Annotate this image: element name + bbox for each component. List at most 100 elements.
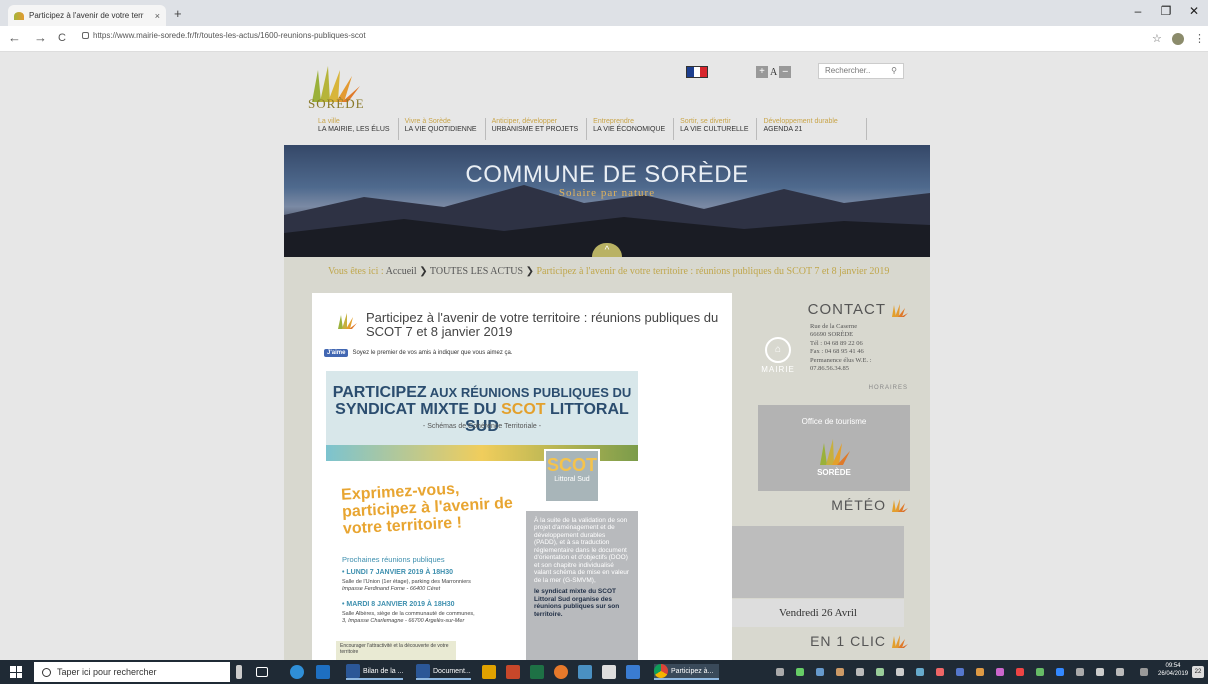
volume-icon[interactable] bbox=[1116, 668, 1124, 676]
app-icon[interactable] bbox=[578, 664, 592, 680]
breadcrumb-home[interactable]: Accueil bbox=[386, 266, 417, 277]
calendar-icon[interactable] bbox=[626, 664, 640, 680]
banner-title: COMMUNE DE SORÈDE bbox=[465, 161, 749, 188]
url-field[interactable]: https://www.mairie-sorede.fr/fr/toutes-l… bbox=[82, 31, 366, 40]
taskbar-word-document[interactable]: Document... bbox=[416, 664, 471, 680]
banner-subtitle: Solaire par nature bbox=[558, 187, 656, 199]
notification-icon[interactable]: 22 bbox=[1192, 666, 1204, 678]
horaires-link[interactable]: HORAIRES bbox=[758, 385, 908, 391]
poster-subheadline: - Schémas de Cohérence Territoriale - bbox=[422, 423, 542, 430]
meteo-title: MÉTÉO bbox=[831, 497, 886, 513]
powerpoint-icon[interactable] bbox=[506, 664, 520, 680]
network-icon[interactable] bbox=[1076, 668, 1084, 676]
tray-icon[interactable] bbox=[1056, 668, 1064, 676]
reload-icon[interactable]: C bbox=[58, 32, 66, 44]
cortana-icon bbox=[42, 667, 51, 677]
minimize-button[interactable]: – bbox=[1128, 4, 1148, 18]
clock[interactable]: 09:54 26/04/2019 bbox=[1158, 663, 1188, 679]
ink-icon[interactable] bbox=[1140, 668, 1148, 676]
tray-icon[interactable] bbox=[916, 668, 924, 676]
tab-bar: Participez à l'avenir de votre terr × + … bbox=[0, 0, 1208, 26]
menu-main: URBANISME ET PROJETS bbox=[491, 126, 579, 134]
font-increase-button[interactable]: + bbox=[756, 66, 768, 78]
poster-event-2: • MARDI 8 JANVIER 2019 À 18H30 bbox=[342, 601, 455, 608]
poster-h1-c: SYNDICAT MIXTE DU bbox=[335, 400, 502, 418]
menu-item-mairie[interactable]: La ville LA MAIRIE, LES ÉLUS bbox=[312, 118, 399, 141]
search-placeholder: Rechercher.. bbox=[825, 66, 871, 75]
sun-rays-icon bbox=[892, 635, 908, 648]
poster-event-2-detail: Salle Albères, siège de la communauté de… bbox=[342, 611, 475, 624]
menu-icon[interactable]: ⋮ bbox=[1194, 32, 1205, 45]
task-view-icon[interactable] bbox=[256, 664, 268, 680]
taskbar-chrome-participez[interactable]: Participez à... bbox=[654, 664, 720, 680]
edge-icon[interactable] bbox=[290, 664, 304, 680]
menu-sub: Sortir, se divertir bbox=[680, 118, 731, 125]
mail-icon[interactable] bbox=[602, 664, 616, 680]
header-banner: COMMUNE DE SORÈDE Solaire par nature ^ bbox=[284, 145, 930, 257]
tourism-office-box[interactable]: Office de tourisme SORÈDE bbox=[758, 405, 910, 491]
menu-sub: Développement durable bbox=[763, 118, 838, 125]
windows-start-icon[interactable] bbox=[10, 666, 22, 678]
facebook-like: J'aime Soyez le premier de vos amis à in… bbox=[324, 349, 513, 357]
menu-item-vie-quotidienne[interactable]: Vivre à Sorède LA VIE QUOTIDIENNE bbox=[399, 118, 486, 141]
breadcrumb-section[interactable]: TOUTES LES ACTUS bbox=[430, 266, 523, 277]
bookmark-star-icon[interactable]: ☆ bbox=[1152, 32, 1162, 45]
tray-icon[interactable] bbox=[976, 668, 984, 676]
close-tab-icon[interactable]: × bbox=[155, 11, 160, 21]
close-window-button[interactable]: ✕ bbox=[1184, 4, 1204, 18]
tray-icon[interactable] bbox=[876, 668, 884, 676]
ev1-line1: Salle de l'Union (1er étage), parking de… bbox=[342, 579, 471, 585]
menu-item-culturelle[interactable]: Sortir, se divertir LA VIE CULTURELLE bbox=[674, 118, 758, 141]
store-icon[interactable] bbox=[482, 664, 496, 680]
poster-h1-d: SCOT bbox=[501, 400, 546, 418]
browser-tab[interactable]: Participez à l'avenir de votre terr × bbox=[8, 5, 166, 26]
tray-icon[interactable] bbox=[1016, 668, 1024, 676]
tourism-logo-icon: SORÈDE bbox=[817, 439, 852, 477]
town-hall-icon: ⌂ bbox=[765, 337, 791, 363]
tray-icon[interactable] bbox=[796, 668, 804, 676]
tray-icon[interactable] bbox=[896, 668, 904, 676]
french-flag-icon[interactable] bbox=[686, 66, 708, 78]
taskbar-search[interactable]: Taper ici pour rechercher bbox=[34, 662, 230, 682]
taskbar-item-label: Bilan de la ... bbox=[363, 667, 404, 675]
tray-icon[interactable] bbox=[856, 668, 864, 676]
taskbar-search-text: Taper ici pour rechercher bbox=[57, 667, 157, 677]
taskbar-word-bilan[interactable]: Bilan de la ... bbox=[346, 664, 404, 680]
forward-icon[interactable]: → bbox=[34, 30, 47, 45]
font-a-label: A bbox=[770, 66, 778, 78]
tray-icon[interactable] bbox=[816, 668, 824, 676]
clic-title: EN 1 CLIC bbox=[810, 633, 886, 649]
contact-heading: CONTACT bbox=[758, 301, 908, 318]
mairie-label: MAIRIE bbox=[761, 365, 795, 374]
tray-icon[interactable] bbox=[1036, 668, 1044, 676]
search-icon[interactable]: ⚲ bbox=[891, 66, 897, 76]
tray-icon[interactable] bbox=[956, 668, 964, 676]
battery-icon[interactable] bbox=[1096, 668, 1104, 676]
maximize-button[interactable]: ❐ bbox=[1156, 4, 1176, 18]
tab-title: Participez à l'avenir de votre terr bbox=[29, 11, 144, 20]
font-decrease-button[interactable]: – bbox=[779, 66, 792, 78]
mic-icon[interactable] bbox=[236, 664, 242, 680]
back-icon[interactable]: ← bbox=[8, 30, 21, 45]
menu-item-agenda21[interactable]: Développement durable AGENDA 21 bbox=[757, 118, 867, 141]
tray-icon[interactable] bbox=[996, 668, 1004, 676]
new-tab-button[interactable]: + bbox=[174, 6, 182, 21]
extension-icon[interactable] bbox=[1172, 33, 1184, 45]
tray-icon[interactable] bbox=[936, 668, 944, 676]
tray-icon[interactable] bbox=[836, 668, 844, 676]
clock-date: 26/04/2019 bbox=[1158, 670, 1189, 677]
poster-h1-a: PARTICIPEZ bbox=[332, 384, 427, 401]
search-input[interactable]: Rechercher.. ⚲ bbox=[818, 63, 904, 79]
excel-icon[interactable] bbox=[530, 664, 544, 680]
menu-item-urbanisme[interactable]: Anticiper, développer URBANISME ET PROJET… bbox=[486, 118, 588, 141]
fb-like-button[interactable]: J'aime bbox=[324, 349, 349, 357]
outlook-icon[interactable] bbox=[316, 664, 330, 680]
people-icon[interactable] bbox=[776, 668, 784, 676]
sun-rays-icon bbox=[338, 313, 357, 329]
taskbar-item-label: Document... bbox=[433, 667, 471, 675]
taskbar-item-label: Participez à... bbox=[671, 667, 714, 675]
firefox-icon[interactable] bbox=[554, 664, 568, 680]
menu-main: LA MAIRIE, LES ÉLUS bbox=[318, 126, 390, 134]
menu-item-economique[interactable]: Entreprendre LA VIE ÉCONOMIQUE bbox=[587, 118, 675, 141]
fb-like-text: Soyez le premier de vos amis à indiquer … bbox=[352, 350, 513, 356]
